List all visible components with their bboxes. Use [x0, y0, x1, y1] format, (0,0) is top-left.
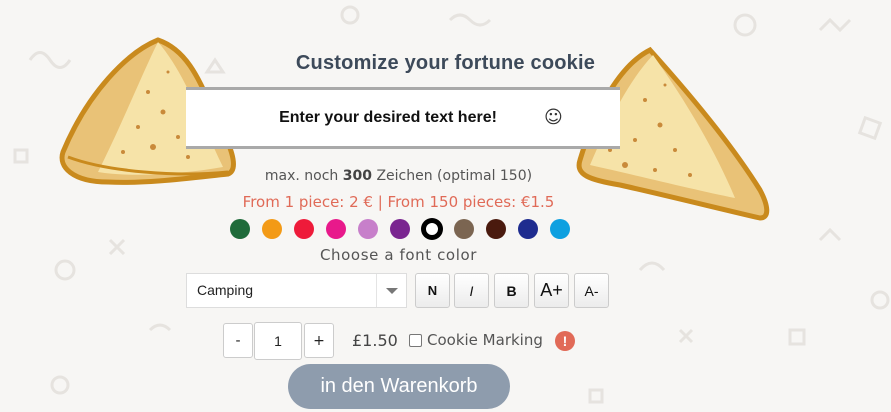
exclamation-info-icon[interactable]: !: [555, 331, 575, 351]
normal-style-button[interactable]: N: [415, 273, 450, 308]
color-swatch-red[interactable]: [294, 219, 314, 239]
color-swatch-dark-green[interactable]: [230, 219, 250, 239]
quantity-increase-button[interactable]: +: [304, 323, 334, 358]
cookie-marking-checkbox[interactable]: [409, 333, 422, 347]
price-tier-info: From 1 piece: 2 € | From 150 pieces: €1.…: [242, 193, 555, 211]
emoji-picker-icon[interactable]: ☺: [544, 109, 563, 127]
italic-button[interactable]: I: [454, 273, 489, 308]
quantity-input[interactable]: [254, 322, 302, 360]
font-color-swatches: [230, 219, 570, 239]
color-swatch-black[interactable]: [422, 219, 442, 239]
cookie-marking-option[interactable]: Cookie Marking: [409, 331, 543, 349]
font-size-decrease-button[interactable]: A-: [574, 273, 609, 308]
character-limit-info: max. noch 300 Zeichen (optimal 150): [264, 168, 533, 184]
color-swatch-taupe[interactable]: [454, 219, 474, 239]
unit-price: £1.50: [352, 331, 398, 350]
font-family-select[interactable]: Camping: [186, 273, 407, 308]
color-swatch-orange[interactable]: [262, 219, 282, 239]
color-swatch-magenta[interactable]: [326, 219, 346, 239]
color-swatch-dark-brown[interactable]: [486, 219, 506, 239]
font-size-increase-button[interactable]: A+: [534, 273, 569, 308]
color-swatch-sky-blue[interactable]: [550, 219, 570, 239]
quantity-decrease-button[interactable]: -: [223, 323, 253, 358]
font-color-label: Choose a font color: [319, 246, 478, 264]
chevron-down-icon[interactable]: [376, 274, 406, 307]
bold-button[interactable]: B: [494, 273, 529, 308]
cookie-marking-label: Cookie Marking: [427, 331, 543, 349]
color-swatch-navy[interactable]: [518, 219, 538, 239]
fortune-text-strip: ☺: [186, 87, 620, 149]
font-select-value: Camping: [197, 282, 254, 298]
color-swatch-purple[interactable]: [390, 219, 410, 239]
add-to-cart-button[interactable]: in den Warenkorb: [288, 364, 510, 409]
remaining-char-count: 300: [342, 168, 372, 184]
color-swatch-lilac[interactable]: [358, 219, 378, 239]
